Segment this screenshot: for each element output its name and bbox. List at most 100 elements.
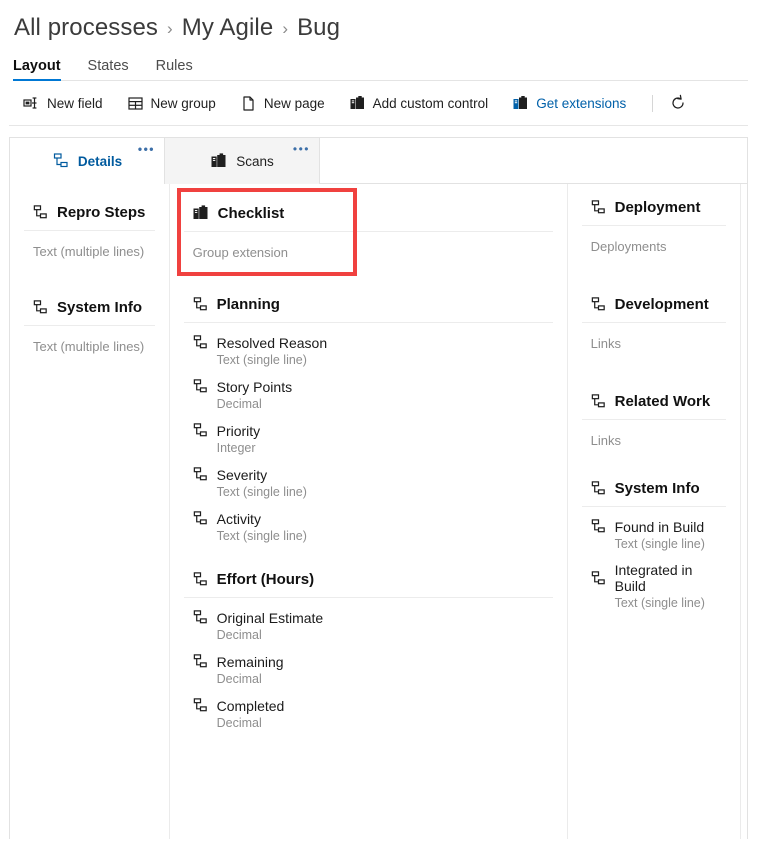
field-name-row: Original Estimate <box>192 609 553 626</box>
field-remaining[interactable]: Remaining Decimal <box>192 642 553 686</box>
page-tab-scans-overflow-icon[interactable]: ••• <box>293 143 310 155</box>
group-system-info[interactable]: System Info Text (multiple lines) <box>10 297 169 354</box>
group-planning[interactable]: Planning Reso <box>170 294 567 543</box>
breadcrumb-separator-icon: › <box>282 19 288 39</box>
field-label: Story Points <box>217 379 292 395</box>
tree-icon <box>32 299 49 316</box>
group-header[interactable]: System Info <box>24 297 155 325</box>
group-system-info-right[interactable]: System Info F <box>568 478 740 610</box>
tree-icon <box>590 393 607 410</box>
tree-icon <box>192 697 209 714</box>
field-name-row: Activity <box>192 510 553 527</box>
field-name-row: Story Points <box>192 378 553 395</box>
breadcrumb-item-all-processes[interactable]: All processes <box>14 14 158 42</box>
group-effort-hours[interactable]: Effort (Hours) <box>170 569 567 730</box>
tree-icon <box>590 570 607 587</box>
group-partial-2 <box>741 268 747 299</box>
extension-icon <box>192 204 210 222</box>
group-header[interactable]: Planning <box>184 294 553 322</box>
tree-icon <box>590 518 607 535</box>
group-body: Links <box>582 420 726 448</box>
refresh-icon <box>669 94 687 112</box>
breadcrumb: All processes › My Agile › Bug <box>0 0 757 42</box>
field-label: Remaining <box>217 654 284 670</box>
field-original-estimate[interactable]: Original Estimate Decimal <box>192 598 553 642</box>
page-tab-details-overflow-icon[interactable]: ••• <box>138 143 155 155</box>
refresh-button[interactable] <box>667 92 689 114</box>
group-header[interactable]: Development <box>582 294 726 322</box>
tab-layout[interactable]: Layout <box>13 58 61 80</box>
extension-icon <box>512 95 529 112</box>
field-label: Priority <box>217 423 261 439</box>
group-body: Found in Build Text (single line) <box>582 507 726 610</box>
field-label: Resolved Reason <box>217 335 328 351</box>
new-field-label: New field <box>47 96 103 111</box>
page-tab-scans[interactable]: Scans ••• <box>165 138 320 184</box>
add-custom-control-button[interactable]: Add custom control <box>349 95 489 112</box>
command-bar-separator <box>652 95 653 112</box>
layout-column-2: Checklist Group extension <box>170 184 568 839</box>
group-header[interactable]: Effort (Hours) <box>184 569 553 597</box>
layout-designer: Details ••• Scans ••• <box>9 137 748 839</box>
field-type: Decimal <box>192 716 553 730</box>
group-development[interactable]: Development Links <box>568 294 740 351</box>
group-checklist[interactable]: Checklist Group extension <box>170 202 567 260</box>
extension-icon <box>210 152 228 170</box>
new-page-icon <box>240 95 257 112</box>
group-body: Resolved Reason Text (single line) <box>184 323 553 543</box>
field-name-row: Remaining <box>192 653 553 670</box>
group-title: Planning <box>217 296 280 313</box>
group-header[interactable]: System Info <box>582 478 726 506</box>
group-header[interactable]: Related Work <box>582 391 726 419</box>
tab-states[interactable]: States <box>88 58 129 80</box>
breadcrumb-item-bug[interactable]: Bug <box>297 14 340 42</box>
tab-rules[interactable]: Rules <box>156 58 193 80</box>
add-custom-control-label: Add custom control <box>373 96 489 111</box>
group-title: Checklist <box>218 205 285 222</box>
field-label: Found in Build <box>615 519 705 535</box>
field-found-in-build[interactable]: Found in Build Text (single line) <box>590 507 726 551</box>
field-type: Text (single line) <box>590 596 726 610</box>
breadcrumb-item-my-agile[interactable]: My Agile <box>182 14 274 42</box>
group-title: Repro Steps <box>57 204 145 221</box>
tree-icon <box>192 378 209 395</box>
group-header[interactable]: Repro Steps <box>24 202 155 230</box>
group-related-work[interactable]: Related Work Links <box>568 391 740 448</box>
group-deployment[interactable]: Deployment Deployments <box>568 197 740 254</box>
group-control-type: Text (multiple lines) <box>32 326 155 354</box>
new-page-button[interactable]: New page <box>240 95 325 112</box>
field-name-row: Integrated in Build <box>590 562 726 594</box>
field-completed[interactable]: Completed Decimal <box>192 686 553 730</box>
new-group-icon <box>127 95 144 112</box>
field-type: Text (single line) <box>192 353 553 367</box>
field-type: Decimal <box>192 672 553 686</box>
group-header[interactable]: Deployment <box>582 197 726 225</box>
field-type: Integer <box>192 441 553 455</box>
new-field-button[interactable]: New field <box>23 95 103 112</box>
layout-column-4 <box>741 184 747 839</box>
field-story-points[interactable]: Story Points Decimal <box>192 367 553 411</box>
tree-icon <box>32 204 49 221</box>
group-repro-steps[interactable]: Repro Steps Text (multiple lines) <box>10 202 169 259</box>
field-priority[interactable]: Priority Integer <box>192 411 553 455</box>
page-tab-strip: Details ••• Scans ••• <box>10 138 747 184</box>
breadcrumb-separator-icon: › <box>167 19 173 39</box>
group-control-type: Links <box>590 420 726 448</box>
get-extensions-link[interactable]: Get extensions <box>512 95 626 112</box>
group-partial-3 <box>741 339 747 370</box>
tree-icon <box>192 296 209 313</box>
page-tab-details[interactable]: Details ••• <box>10 138 165 184</box>
field-name-row: Resolved Reason <box>192 334 553 351</box>
field-name-row: Completed <box>192 697 553 714</box>
group-title: Development <box>615 296 709 313</box>
field-integrated-in-build[interactable]: Integrated in Build Text (single line) <box>590 551 726 610</box>
field-severity[interactable]: Severity Text (single line) <box>192 455 553 499</box>
group-header[interactable]: Checklist <box>184 202 553 231</box>
new-group-button[interactable]: New group <box>127 95 216 112</box>
field-name-row: Severity <box>192 466 553 483</box>
group-partial-1 <box>741 197 747 228</box>
page-tab-scans-label: Scans <box>236 154 274 169</box>
field-resolved-reason[interactable]: Resolved Reason Text (single line) <box>192 323 553 367</box>
group-title: Effort (Hours) <box>217 571 315 588</box>
field-activity[interactable]: Activity Text (single line) <box>192 499 553 543</box>
